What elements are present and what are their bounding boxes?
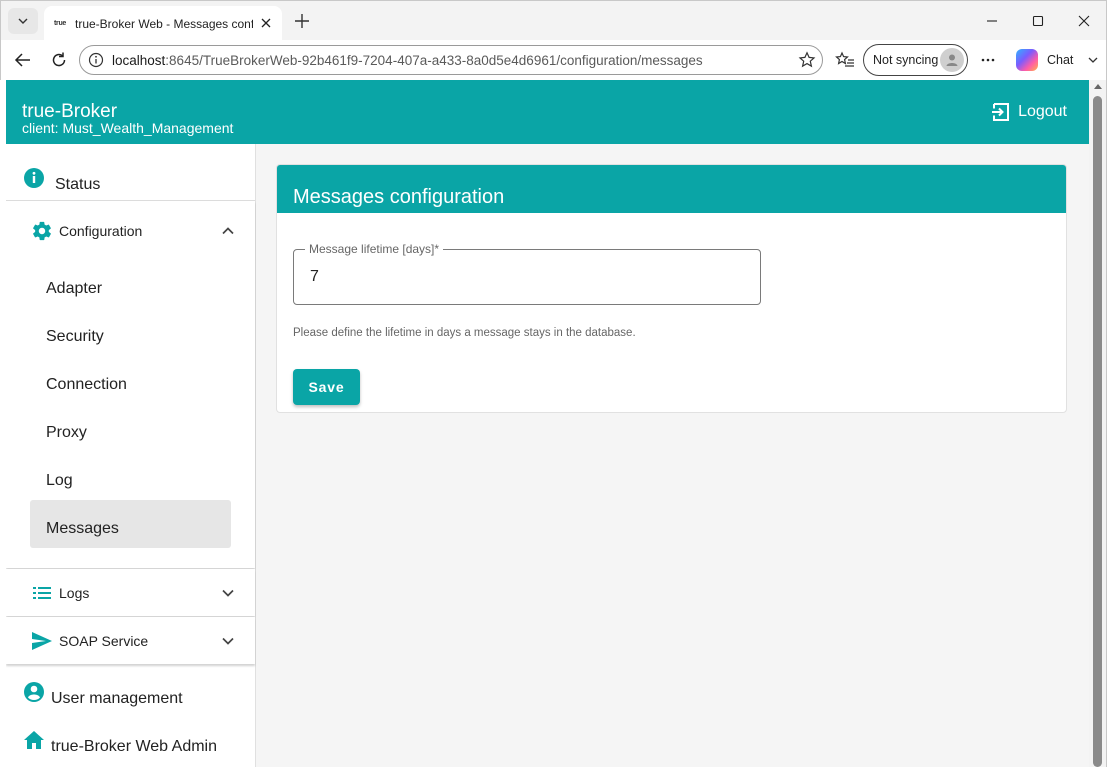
minimize-icon	[987, 20, 997, 22]
app-root: true-Broker client: Must_Wealth_Manageme…	[6, 80, 1089, 767]
tab-actions-menu-button[interactable]	[8, 8, 38, 34]
back-button[interactable]	[11, 48, 35, 72]
close-icon	[1078, 15, 1090, 27]
copilot-icon	[1016, 49, 1038, 71]
new-tab-button[interactable]	[291, 10, 313, 32]
browser-toolbar: localhost:8645/TrueBrokerWeb-92b461f9-72…	[0, 40, 1107, 80]
soap-service-label: SOAP Service	[59, 632, 149, 649]
message-lifetime-input[interactable]	[310, 268, 710, 286]
home-icon	[22, 728, 46, 752]
app-brand: true-Broker	[22, 101, 118, 122]
gear-icon	[30, 219, 54, 243]
minimize-window-button[interactable]	[980, 9, 1004, 33]
tab-close-icon[interactable]	[258, 15, 274, 31]
page-scrollbar[interactable]	[1089, 80, 1107, 767]
info-circle-icon	[88, 52, 104, 68]
logout-icon	[992, 103, 1010, 121]
sidebar-item-connection[interactable]: Connection	[46, 376, 127, 394]
sidebar-item-messages[interactable]: Messages	[46, 520, 119, 538]
logs-panel-header[interactable]: Logs	[6, 569, 255, 616]
sync-label: Not syncing	[873, 53, 939, 67]
refresh-icon	[52, 52, 66, 67]
sidebar-item-security[interactable]: Security	[46, 328, 104, 346]
profile-sync-button[interactable]: Not syncing	[863, 44, 968, 76]
sidebar-item-log[interactable]: Log	[46, 472, 73, 490]
close-window-button[interactable]	[1072, 9, 1096, 33]
favorites-list-icon	[835, 51, 854, 67]
card-title: Messages configuration	[277, 165, 1066, 213]
profile-avatar-icon	[940, 48, 964, 72]
reload-button[interactable]	[47, 48, 71, 72]
logs-label: Logs	[59, 584, 90, 601]
field-hint: Please define the lifetime in days a mes…	[293, 327, 636, 339]
sidebar-item-label: true-Broker Web Admin	[51, 738, 217, 755]
star-favorite-icon[interactable]	[798, 51, 816, 69]
logout-label: Logout	[1018, 103, 1067, 120]
info-icon	[22, 166, 46, 190]
scroll-thumb[interactable]	[1093, 96, 1102, 767]
chevron-down-icon	[18, 18, 28, 24]
favorites-button[interactable]	[833, 48, 857, 72]
arrow-left-icon	[14, 53, 30, 67]
app-header: true-Broker client: Must_Wealth_Manageme…	[6, 80, 1089, 144]
message-lifetime-field[interactable]: Message lifetime [days]*	[293, 242, 761, 305]
client-name: client: Must_Wealth_Management	[22, 120, 234, 136]
logs-panel[interactable]: Logs	[6, 569, 255, 616]
sidebar-item-label: Status	[55, 176, 101, 193]
account-circle-icon	[22, 680, 46, 704]
sidebar-item-status[interactable]: Status	[6, 160, 255, 196]
more-horizontal-icon	[981, 58, 995, 62]
main-content: Messages configuration Message lifetime …	[256, 144, 1089, 767]
copilot-chat-button[interactable]: Chat	[1012, 46, 1104, 74]
settings-more-button[interactable]	[976, 48, 1000, 72]
chat-label: Chat	[1047, 53, 1074, 67]
configuration-panel-header[interactable]: Configuration	[6, 201, 255, 261]
field-label: Message lifetime [days]*	[305, 242, 444, 256]
chevron-down-icon	[1088, 57, 1098, 63]
address-bar[interactable]: localhost:8645/TrueBrokerWeb-92b461f9-72…	[79, 45, 823, 75]
logout-button[interactable]: Logout	[991, 102, 1067, 122]
browser-tab-active[interactable]: true true-Broker Web - Messages confi	[44, 6, 282, 41]
browser-tab-strip: true true-Broker Web - Messages confi	[0, 0, 1107, 41]
messages-config-card: Messages configuration Message lifetime …	[276, 164, 1067, 413]
maximize-icon	[1032, 15, 1044, 27]
save-button[interactable]: Save	[293, 369, 360, 405]
sidebar-item-web-admin[interactable]: true-Broker Web Admin	[6, 722, 255, 758]
sidebar: Status Configuration Adapter Security Co…	[6, 144, 256, 767]
tab-favicon-icon: true	[53, 20, 67, 27]
maximize-window-button[interactable]	[1026, 9, 1050, 33]
sidebar-item-proxy[interactable]: Proxy	[46, 424, 87, 442]
plus-icon	[295, 14, 309, 28]
soap-service-panel[interactable]: SOAP Service	[6, 617, 255, 664]
chevron-up-icon	[221, 224, 235, 238]
address-url: localhost:8645/TrueBrokerWeb-92b461f9-72…	[112, 52, 703, 68]
scroll-up-arrow-icon[interactable]	[1094, 84, 1102, 89]
chevron-down-icon	[221, 634, 235, 648]
send-icon	[30, 629, 54, 653]
sidebar-item-user-management[interactable]: User management	[6, 674, 255, 710]
sidebar-item-adapter[interactable]: Adapter	[46, 280, 102, 298]
configuration-label: Configuration	[59, 223, 143, 239]
soap-service-panel-header[interactable]: SOAP Service	[6, 617, 255, 664]
sidebar-item-label: User management	[51, 690, 183, 707]
tab-title: true-Broker Web - Messages confi	[75, 16, 253, 31]
list-icon	[30, 581, 54, 605]
configuration-panel: Configuration Adapter Security Connectio…	[6, 201, 255, 568]
chevron-down-icon	[221, 586, 235, 600]
